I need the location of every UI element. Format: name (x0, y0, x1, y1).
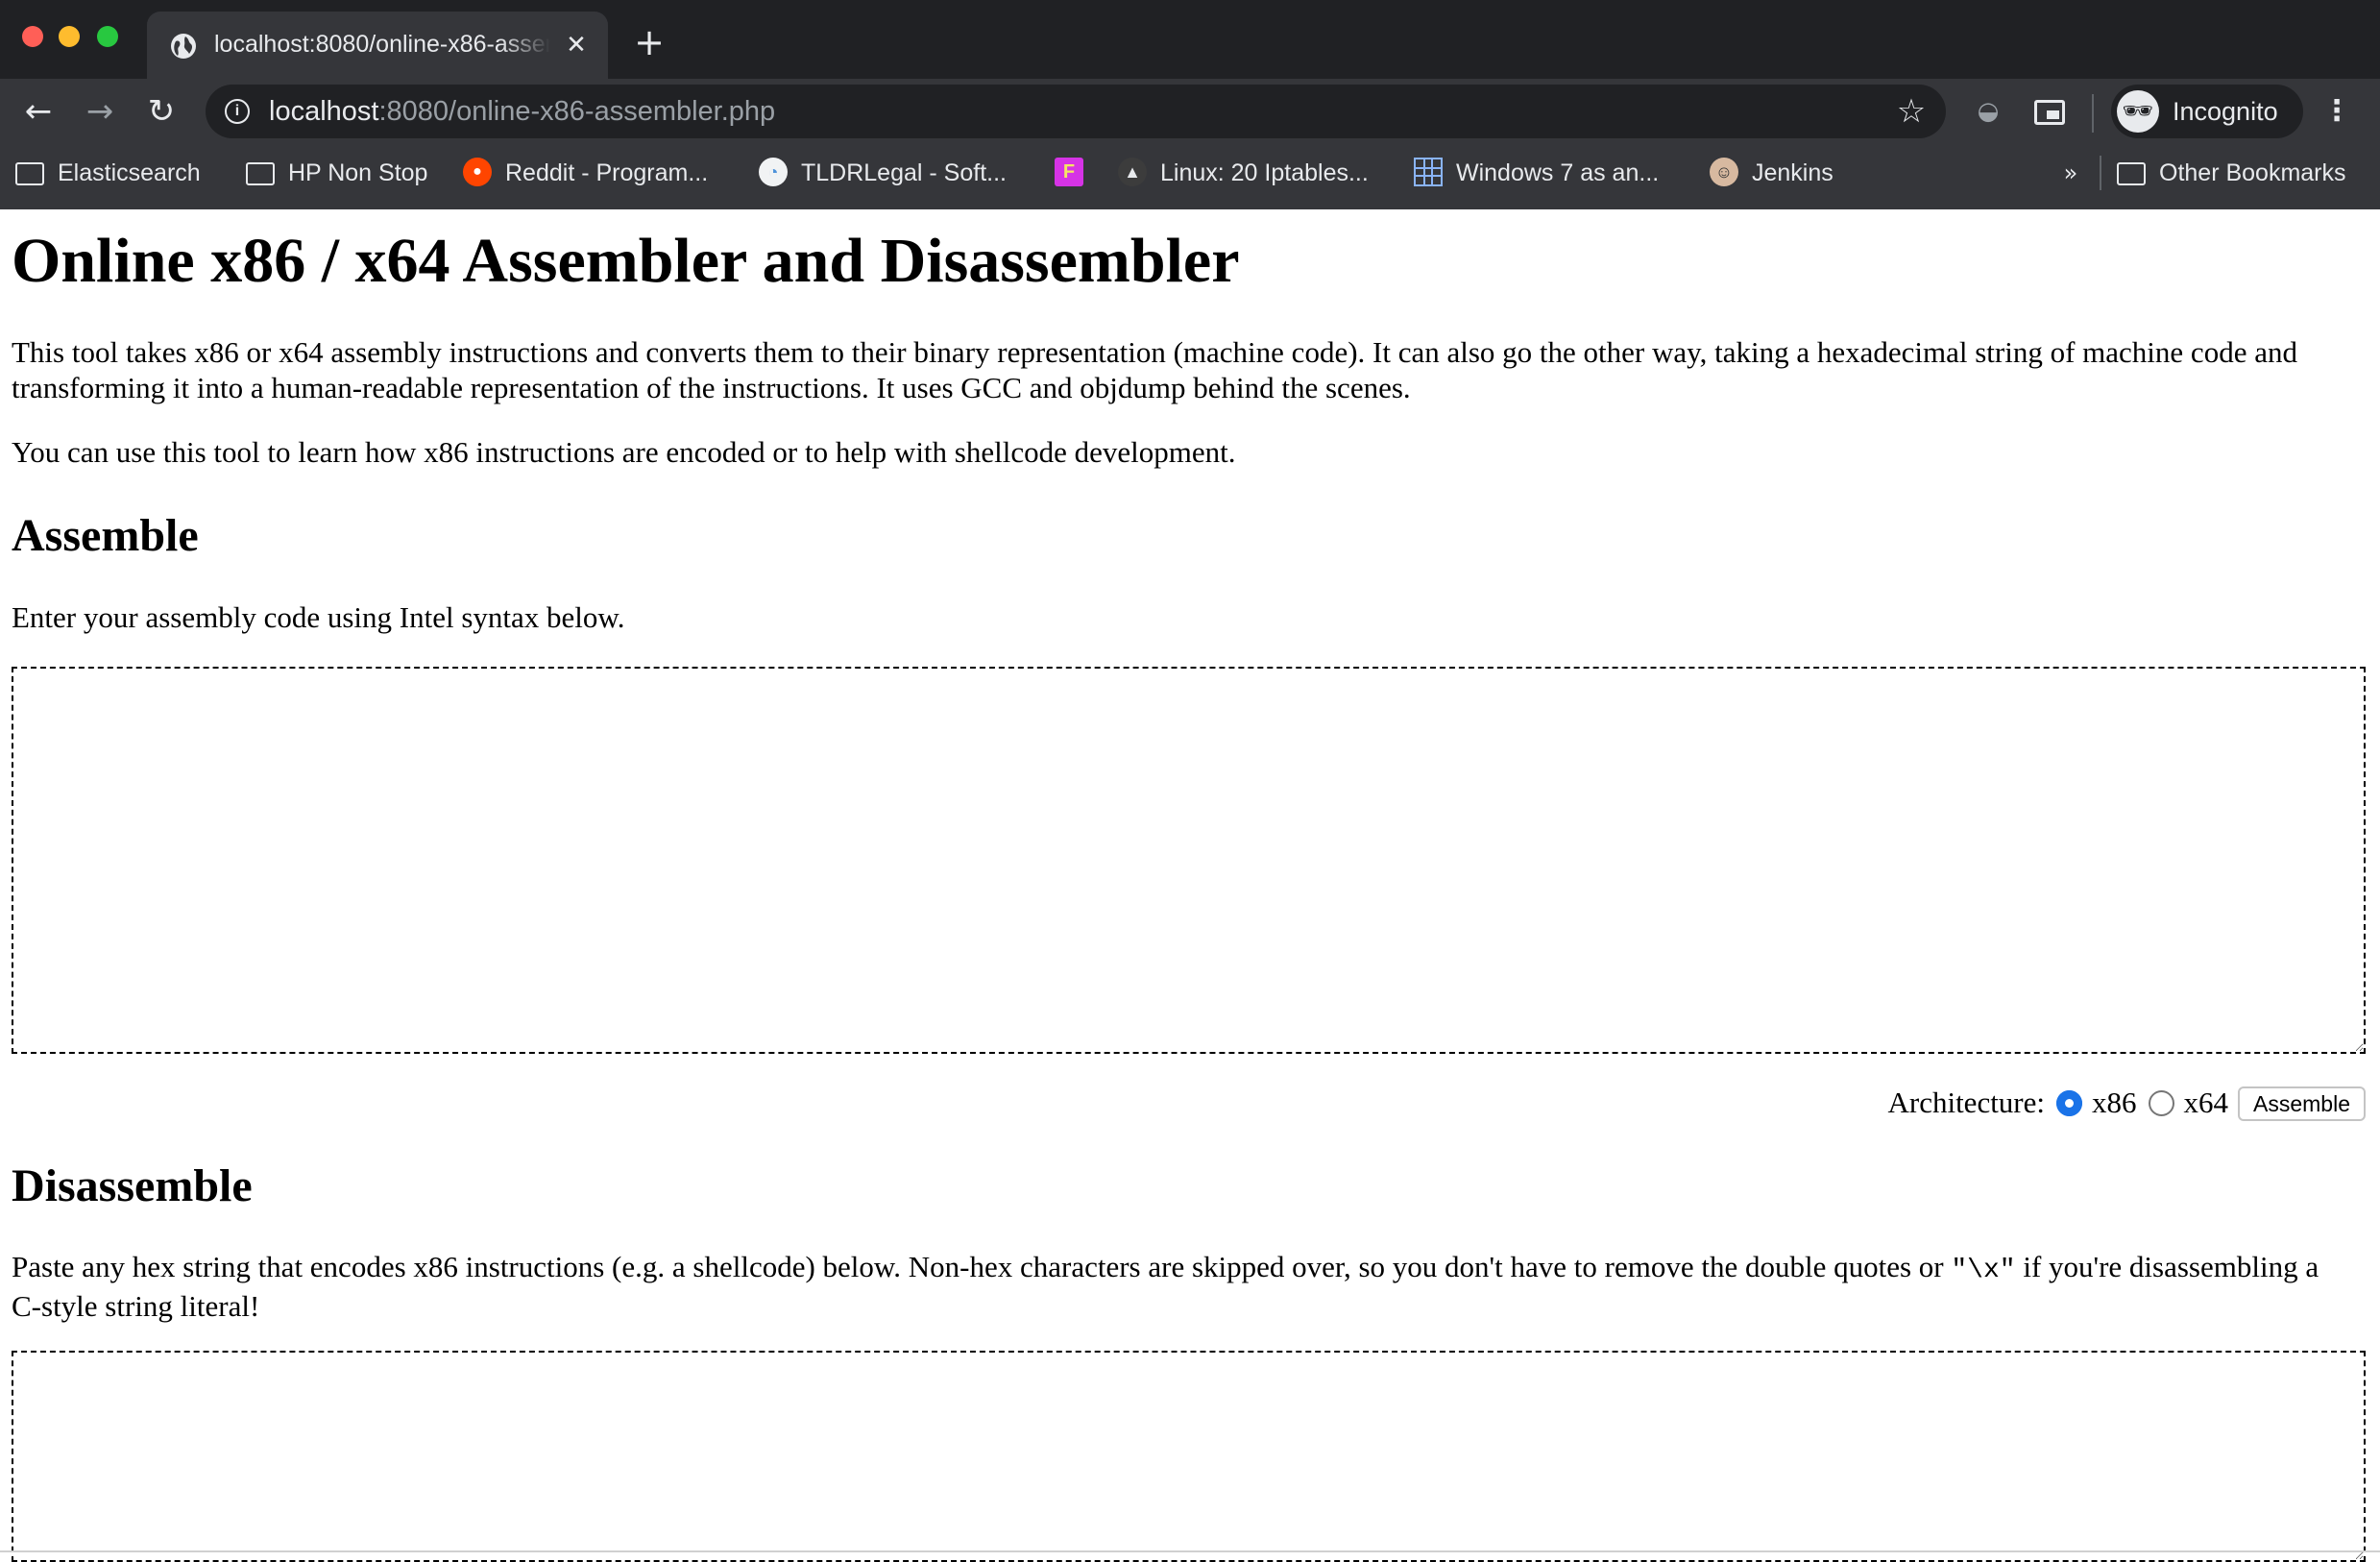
incognito-icon: 🕶 (2117, 90, 2159, 133)
radio-x64[interactable] (2148, 1090, 2174, 1117)
incognito-label: Incognito (2173, 97, 2278, 126)
bookmark-reddit[interactable]: ● Reddit - Program... (463, 154, 708, 192)
tab-title: localhost:8080/online-x86-assembler.php (214, 31, 550, 58)
folder-icon (2117, 162, 2146, 186)
browser-tab-active[interactable]: localhost:8080/online-x86-assembler.php … (147, 12, 608, 79)
new-tab-button[interactable]: + (630, 23, 668, 61)
globe-icon (171, 34, 196, 59)
radio-x64-label: x64 (2183, 1086, 2229, 1119)
toolbar-divider (2092, 94, 2094, 133)
tab-close-icon[interactable]: ✕ (562, 31, 591, 60)
extension-icon[interactable]: ◒ (1969, 94, 2007, 129)
radio-x86[interactable] (2056, 1090, 2083, 1117)
bookmark-feather[interactable]: F (1055, 154, 1097, 192)
bookmark-label: Linux: 20 Iptables... (1160, 159, 1369, 186)
disassemble-heading: Disassemble (12, 1160, 253, 1211)
page-title: Online x86 / x64 Assembler and Disassemb… (12, 226, 1240, 296)
site-info-icon[interactable]: i (225, 99, 250, 124)
assembly-code-input[interactable] (12, 667, 2366, 1054)
incognito-profile-button[interactable]: 🕶 Incognito (2111, 85, 2303, 138)
tldrlegal-icon: ◔ (759, 158, 788, 187)
radio-x86-label: x86 (2092, 1086, 2137, 1119)
bookmark-label: Windows 7 as an... (1456, 159, 1660, 186)
bookmark-label: Elasticsearch (58, 159, 201, 186)
browser-menu-icon[interactable]: ⋮ (2322, 92, 2351, 131)
bookmark-label: Other Bookmarks (2159, 159, 2346, 186)
jenkins-icon: ☺ (1710, 158, 1738, 187)
hex-string-input[interactable] (12, 1351, 2366, 1562)
forward-button[interactable]: → (81, 92, 119, 131)
picture-in-picture-icon[interactable] (2034, 100, 2065, 125)
bookmark-label: Reddit - Program... (505, 159, 709, 186)
url-text[interactable]: localhost:8080/online-x86-assembler.php (269, 94, 775, 129)
intro-paragraph: This tool takes x86 or x64 assembly inst… (12, 335, 2297, 404)
architecture-label: Architecture: (1887, 1086, 2046, 1119)
bookmark-hp-non-stop[interactable]: HP Non Stop (246, 154, 427, 192)
bookmarks-divider (2100, 156, 2101, 190)
minimize-window-button[interactable] (59, 26, 80, 47)
bookmark-star-icon[interactable]: ☆ (1892, 92, 1931, 131)
grid-icon (1414, 158, 1443, 187)
bookmark-jenkins[interactable]: ☺ Jenkins (1710, 154, 1834, 192)
bookmark-label: HP Non Stop (288, 159, 428, 186)
feather-icon: F (1055, 158, 1083, 187)
close-window-button[interactable] (22, 26, 43, 47)
browser-chrome: localhost:8080/online-x86-assembler.php … (0, 0, 2380, 209)
tab-strip: localhost:8080/online-x86-assembler.php … (0, 0, 2380, 79)
architecture-selector: Architecture: x86 x64 Assemble (1887, 1083, 2366, 1123)
bookmarks-overflow-icon[interactable]: » (2057, 154, 2084, 192)
penguin-icon: ▲ (1118, 158, 1147, 187)
maximize-window-button[interactable] (97, 26, 118, 47)
url-host: localhost (269, 96, 379, 127)
bookmark-label: Jenkins (1752, 159, 1834, 186)
escape-sequence-code: "\x" (1951, 1256, 2016, 1285)
bookmark-tldrlegal[interactable]: ◔ TLDRLegal - Soft... (759, 154, 1007, 192)
back-button[interactable]: ← (19, 92, 58, 131)
assemble-button[interactable]: Assemble (2238, 1086, 2366, 1121)
assemble-heading: Assemble (12, 510, 199, 561)
bookmark-elasticsearch[interactable]: Elasticsearch (15, 154, 201, 192)
bookmark-linux-iptables[interactable]: ▲ Linux: 20 Iptables... (1118, 154, 1369, 192)
folder-icon (15, 162, 44, 186)
folder-icon (246, 162, 275, 186)
disassemble-instructions: Paste any hex string that encodes x86 in… (12, 1249, 2355, 1324)
reload-button[interactable]: ↻ (142, 92, 181, 131)
assemble-instructions: Enter your assembly code using Intel syn… (12, 600, 625, 634)
bookmark-label: TLDRLegal - Soft... (801, 159, 1007, 186)
url-path: :8080/online-x86-assembler.php (378, 96, 776, 127)
disassemble-instructions-text: Paste any hex string that encodes x86 in… (12, 1250, 1952, 1283)
address-bar[interactable]: i localhost:8080/online-x86-assembler.ph… (206, 85, 1946, 138)
reddit-icon: ● (463, 158, 492, 187)
bookmark-other-bookmarks[interactable]: Other Bookmarks (2117, 154, 2346, 192)
page-content: Online x86 / x64 Assembler and Disassemb… (0, 209, 2380, 1562)
intro-paragraph-2: You can use this tool to learn how x86 i… (12, 435, 1236, 469)
bookmark-windows-7[interactable]: Windows 7 as an... (1414, 154, 1659, 192)
